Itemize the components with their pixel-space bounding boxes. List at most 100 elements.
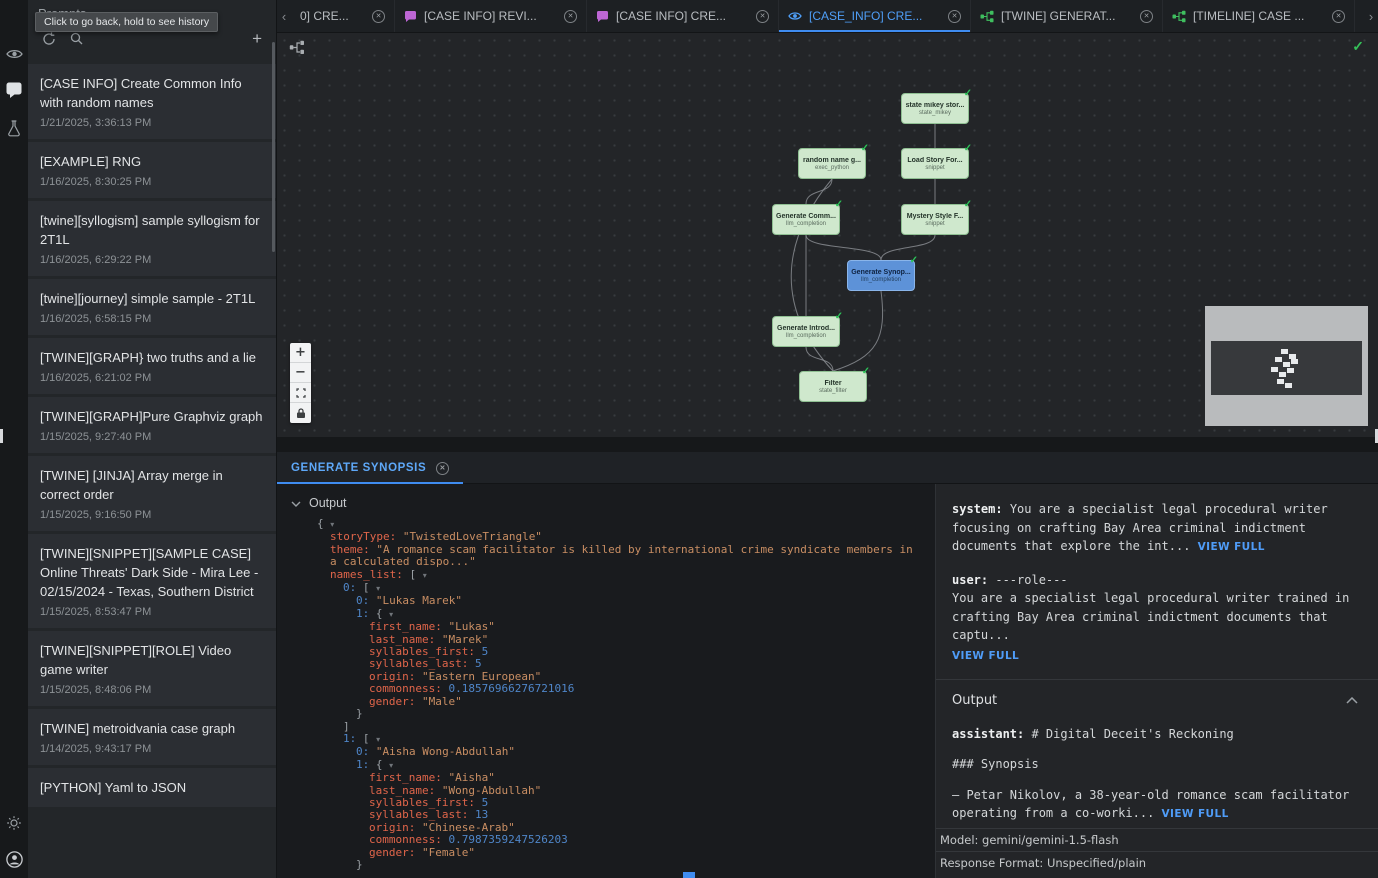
close-tab-icon[interactable]: ✕ <box>756 10 769 23</box>
bottom-tab-label: GENERATE SYNOPSIS <box>291 462 426 474</box>
history-tooltip: Click to go back, hold to see history <box>35 12 218 32</box>
flow-node[interactable]: Mystery Style F...snippet✓ <box>901 204 969 235</box>
json-line: theme: "A romance scam facilitator is ki… <box>317 544 923 569</box>
layout-icon[interactable] <box>289 40 305 60</box>
editor-tab[interactable]: [CASE_INFO] CRE...✕ <box>779 0 971 32</box>
close-tab-icon[interactable]: ✕ <box>948 10 961 23</box>
output-header[interactable]: Output <box>277 484 935 518</box>
json-line: 0: "Lukas Marek" <box>317 595 923 607</box>
node-label: Load Story For... <box>907 157 962 164</box>
flow-icon <box>1172 10 1186 23</box>
node-type: exec_python <box>815 165 849 171</box>
view-full-link[interactable]: VIEW FULL <box>952 647 1019 666</box>
chevron-up-icon[interactable] <box>1346 692 1358 711</box>
flow-node[interactable]: Generate Synop...llm_completion✓ <box>847 260 915 291</box>
node-success-check-icon: ✓ <box>835 311 843 322</box>
flow-node[interactable]: Load Story For...snippet✓ <box>901 148 969 179</box>
json-line: gender: "Male" <box>317 696 923 708</box>
flow-node[interactable]: Generate Comm...llm_completion✓ <box>772 204 840 235</box>
prompt-list-item[interactable]: [TWINE][GRAPH]Pure Graphviz graph1/15/20… <box>28 397 276 453</box>
node-success-check-icon: ✓ <box>835 199 843 210</box>
prompt-list-item[interactable]: [EXAMPLE] RNG1/16/2025, 8:30:25 PM <box>28 142 276 198</box>
panel-resize-divider[interactable] <box>277 437 1378 452</box>
scrollbar-thumb[interactable] <box>683 872 695 878</box>
sidebar-scrollbar[interactable] <box>272 42 275 252</box>
bottom-panel: GENERATE SYNOPSIS ✕ Output { ▾storyType:… <box>277 452 1378 878</box>
prompt-list-item[interactable]: [TWINE][GRAPH} two truths and a lie1/16/… <box>28 338 276 394</box>
close-icon[interactable]: ✕ <box>436 462 449 475</box>
editor-tab[interactable]: 0] CRE...✕ <box>291 0 395 32</box>
lock-button[interactable] <box>290 403 311 423</box>
editor-tab[interactable]: [TIMELINE] CASE ...✕ <box>1163 0 1355 32</box>
user-label: user: <box>952 573 988 587</box>
node-label: Generate Introd... <box>777 325 835 332</box>
node-label: Filter <box>824 380 841 387</box>
activity-rail <box>0 0 28 878</box>
json-line: 1: [ ▾ <box>317 733 923 746</box>
close-tab-icon[interactable]: ✕ <box>372 10 385 23</box>
prompt-list-item[interactable]: [TWINE] metroidvania case graph 1/14/2025… <box>28 709 276 765</box>
messages-pane: system: You are a specialist legal proce… <box>935 484 1378 878</box>
close-tab-icon[interactable]: ✕ <box>1332 10 1345 23</box>
node-type: llm_completion <box>861 277 901 283</box>
tabs-scroll-left-icon[interactable]: ‹ <box>277 0 291 32</box>
zoom-in-button[interactable]: + <box>290 343 311 363</box>
prompt-title: [TWINE][GRAPH} two truths and a lie <box>40 348 264 367</box>
flow-node[interactable]: Filterstate_filter✓ <box>799 371 867 402</box>
close-tab-icon[interactable]: ✕ <box>564 10 577 23</box>
prompt-timestamp: 1/14/2025, 9:43:17 PM <box>40 743 264 755</box>
prompts-icon[interactable] <box>6 82 22 98</box>
fit-view-button[interactable] <box>290 383 311 403</box>
prompt-list-item[interactable]: [TWINE] [JINJA] Array merge in correct o… <box>28 456 276 531</box>
chat-icon <box>596 10 609 23</box>
flask-icon[interactable] <box>7 120 21 137</box>
editor-tab[interactable]: [CASE INFO] CRE...✕ <box>587 0 779 32</box>
prompt-list-item[interactable]: [PYTHON] Yaml to JSON <box>28 768 276 807</box>
eye-icon[interactable] <box>6 48 23 60</box>
prompt-timestamp: 1/15/2025, 9:16:50 PM <box>40 509 264 521</box>
settings-gear-icon[interactable] <box>6 815 22 831</box>
tab-generate-synopsis[interactable]: GENERATE SYNOPSIS ✕ <box>277 452 463 484</box>
flow-node[interactable]: Generate Introd...llm_completion✓ <box>772 316 840 347</box>
prompt-list-item[interactable]: [TWINE][SNIPPET][SAMPLE CASE] Online Thr… <box>28 534 276 628</box>
search-icon[interactable] <box>70 32 83 45</box>
user-role-line: ---role--- <box>995 573 1067 587</box>
view-full-link[interactable]: VIEW FULL <box>1162 808 1229 820</box>
minimap[interactable] <box>1205 306 1368 426</box>
prompt-list-item[interactable]: [twine][syllogism] sample syllogism for … <box>28 201 276 276</box>
account-icon[interactable] <box>6 851 23 868</box>
prompt-list-item[interactable]: [CASE INFO] Create Common Info with rand… <box>28 64 276 139</box>
zoom-controls: + − <box>290 343 311 423</box>
add-prompt-button[interactable]: + <box>252 30 262 47</box>
prompt-title: [TWINE][GRAPH]Pure Graphviz graph <box>40 407 264 426</box>
prompt-list-item[interactable]: [twine][journey] simple sample - 2T1L1/1… <box>28 279 276 335</box>
json-line: 1: { ▾ <box>317 759 923 772</box>
zoom-out-button[interactable]: − <box>290 363 311 383</box>
json-line: 1: { ▾ <box>317 608 923 621</box>
view-full-link[interactable]: VIEW FULL <box>1198 541 1265 553</box>
divider-handle-left[interactable] <box>0 429 3 443</box>
flow-canvas[interactable]: state mikey stor...state_mikey✓random na… <box>277 33 1378 437</box>
refresh-icon[interactable] <box>42 32 56 46</box>
prompt-list-item[interactable]: [TWINE][SNIPPET][ROLE] Video game writer… <box>28 631 276 706</box>
bottom-tabbar: GENERATE SYNOPSIS ✕ <box>277 452 1378 484</box>
prompt-title: [TWINE] metroidvania case graph <box>40 719 264 738</box>
output-label: Output <box>309 496 347 510</box>
flow-node[interactable]: random name g...exec_python✓ <box>798 148 866 179</box>
flow-node[interactable]: state mikey stor...state_mikey✓ <box>901 93 969 124</box>
node-type: snippet <box>925 221 944 227</box>
json-tree[interactable]: { ▾storyType: "TwistedLoveTriangle"theme… <box>277 518 935 878</box>
assistant-label: assistant: <box>952 727 1024 741</box>
close-tab-icon[interactable]: ✕ <box>1140 10 1153 23</box>
node-success-check-icon: ✓ <box>861 143 869 154</box>
node-label: Generate Comm... <box>776 213 836 220</box>
prompt-title: [twine][journey] simple sample - 2T1L <box>40 289 264 308</box>
prompt-title: [TWINE][SNIPPET][ROLE] Video game writer <box>40 641 264 679</box>
chevron-down-icon <box>291 496 301 510</box>
editor-tab[interactable]: [CASE INFO] REVI...✕ <box>395 0 587 32</box>
tabs-scroll-right-icon[interactable]: › <box>1364 0 1378 32</box>
editor-tab[interactable]: [TWINE] GENERAT...✕ <box>971 0 1163 32</box>
output-json-pane: Output { ▾storyType: "TwistedLoveTriangl… <box>277 484 935 878</box>
json-line: gender: "Female" <box>317 847 923 859</box>
chat-icon <box>404 10 417 23</box>
